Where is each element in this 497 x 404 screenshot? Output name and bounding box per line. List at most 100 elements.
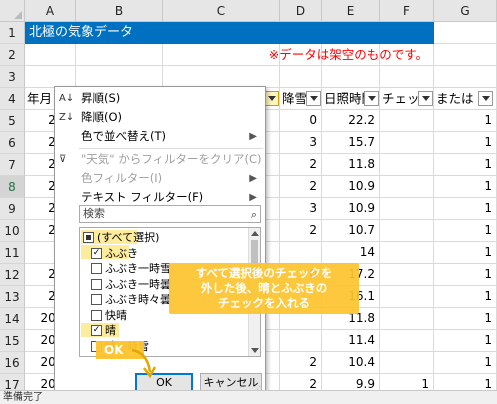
- row-header[interactable]: 10: [0, 220, 25, 242]
- or-filter-button[interactable]: [478, 91, 493, 106]
- filter-list-item[interactable]: ふぶき一時雪: [90, 261, 171, 277]
- checkbox[interactable]: [91, 263, 102, 274]
- cell-snowfall[interactable]: 3: [280, 132, 322, 154]
- row-header[interactable]: 3: [0, 66, 25, 88]
- filter-list-item[interactable]: 快晴: [90, 308, 127, 324]
- cell-snowfall[interactable]: [280, 242, 322, 264]
- column-header-g[interactable]: G: [434, 0, 497, 22]
- cell-snowfall[interactable]: 0: [280, 110, 322, 132]
- filter-list-item[interactable]: ✓ 晴: [90, 323, 116, 339]
- sunshine-filter-button[interactable]: [364, 91, 379, 106]
- column-header-d[interactable]: D: [280, 0, 322, 22]
- cell-check[interactable]: [380, 330, 434, 352]
- cell-or[interactable]: 1: [434, 176, 497, 198]
- row-header[interactable]: 8: [0, 176, 25, 198]
- disclaimer-note[interactable]: ※データは架空のものです。: [200, 44, 434, 66]
- cell-sunshine[interactable]: 22.2: [322, 110, 380, 132]
- cell-snowfall[interactable]: 2: [280, 154, 322, 176]
- row-header[interactable]: 12: [0, 264, 25, 286]
- clear-filter-item[interactable]: ⊽ "天気" からフィルターをクリア(C): [55, 150, 265, 169]
- snowfall-filter-button[interactable]: [306, 91, 321, 106]
- sheet-title-banner[interactable]: 北極の気象データ: [25, 22, 434, 44]
- cell-or[interactable]: 1: [434, 132, 497, 154]
- cell-or[interactable]: 1: [434, 242, 497, 264]
- cell-sunshine[interactable]: 11.4: [322, 330, 380, 352]
- cell-sunshine[interactable]: 14: [322, 242, 380, 264]
- cell-check[interactable]: [380, 264, 434, 286]
- row-header[interactable]: 4: [0, 88, 25, 110]
- sort-by-color-item[interactable]: 色で並べ替え(T) ▶: [55, 127, 265, 146]
- row-header[interactable]: 16: [0, 352, 25, 374]
- cell-or[interactable]: 1: [434, 330, 497, 352]
- checkbox[interactable]: [91, 294, 102, 305]
- table-cell[interactable]: [380, 66, 434, 88]
- filter-list-item[interactable]: ✓ ふぶき: [90, 246, 138, 262]
- cell-sunshine[interactable]: 9.9: [322, 374, 380, 390]
- table-cell[interactable]: [25, 66, 76, 88]
- cell-or[interactable]: 1: [434, 352, 497, 374]
- column-header-f[interactable]: F: [380, 0, 434, 22]
- checkbox[interactable]: [83, 232, 94, 243]
- column-header-a[interactable]: A: [25, 0, 76, 22]
- cell-snowfall[interactable]: 2: [280, 352, 322, 374]
- cell-snowfall[interactable]: 3: [280, 198, 322, 220]
- cell-sunshine[interactable]: 10.4: [322, 352, 380, 374]
- check-filter-button[interactable]: [418, 91, 433, 106]
- table-cell[interactable]: [25, 44, 76, 66]
- weather-filter-dropdown-button[interactable]: [264, 91, 279, 106]
- column-header-c[interactable]: C: [163, 0, 280, 22]
- cell-check[interactable]: [380, 110, 434, 132]
- row-header[interactable]: 14: [0, 308, 25, 330]
- cell-or[interactable]: 1: [434, 154, 497, 176]
- cell-check[interactable]: [380, 242, 434, 264]
- row-header[interactable]: 2: [0, 44, 25, 66]
- sort-descending-item[interactable]: Z↓ 降順(O): [55, 108, 265, 127]
- cell-check[interactable]: [380, 352, 434, 374]
- table-cell[interactable]: [76, 44, 163, 66]
- row-header[interactable]: 15: [0, 330, 25, 352]
- cell-or[interactable]: 1: [434, 264, 497, 286]
- cell-snowfall[interactable]: 2: [280, 176, 322, 198]
- filter-list-item[interactable]: ふぶき時々曇: [90, 292, 171, 308]
- select-all-corner[interactable]: [0, 0, 25, 22]
- table-cell[interactable]: [322, 66, 380, 88]
- cell-snowfall[interactable]: 2: [280, 220, 322, 242]
- cell-or[interactable]: 1: [434, 198, 497, 220]
- row-header[interactable]: 5: [0, 110, 25, 132]
- filter-search-input[interactable]: 検索 ⌕: [79, 205, 261, 223]
- row-header[interactable]: 13: [0, 286, 25, 308]
- table-cell[interactable]: [434, 44, 497, 66]
- cell-sunshine[interactable]: 11.8: [322, 154, 380, 176]
- cell-check[interactable]: [380, 286, 434, 308]
- scroll-up-icon[interactable]: [251, 231, 259, 236]
- cell-snowfall[interactable]: [280, 330, 322, 352]
- cell-check[interactable]: [380, 198, 434, 220]
- color-filter-item[interactable]: 色フィルター(I) ▶: [55, 169, 265, 188]
- row-header[interactable]: 1: [0, 22, 25, 44]
- cell-or[interactable]: 1: [434, 220, 497, 242]
- sort-ascending-item[interactable]: A↓ 昇順(S): [55, 89, 265, 108]
- row-header[interactable]: 6: [0, 132, 25, 154]
- table-cell[interactable]: [76, 66, 163, 88]
- cell-or[interactable]: 1: [434, 286, 497, 308]
- scroll-down-icon[interactable]: [251, 348, 259, 353]
- cell-check[interactable]: [380, 220, 434, 242]
- row-header[interactable]: 11: [0, 242, 25, 264]
- checkbox[interactable]: [91, 309, 102, 321]
- cell-check[interactable]: 1: [380, 374, 434, 390]
- checkbox[interactable]: ✓: [91, 325, 102, 336]
- cell-check[interactable]: [380, 308, 434, 330]
- row-header[interactable]: 9: [0, 198, 25, 220]
- cell-or[interactable]: 1: [434, 374, 497, 390]
- filter-list-item[interactable]: (すべて選択): [82, 230, 159, 246]
- cell-snowfall[interactable]: 2: [280, 374, 322, 390]
- cell-check[interactable]: [380, 154, 434, 176]
- cell-check[interactable]: [380, 176, 434, 198]
- cell-check[interactable]: [380, 132, 434, 154]
- cell-or[interactable]: 1: [434, 110, 497, 132]
- column-header-b[interactable]: B: [76, 0, 163, 22]
- cell-sunshine[interactable]: 10.9: [322, 198, 380, 220]
- table-cell[interactable]: [280, 66, 322, 88]
- checkbox[interactable]: [91, 278, 102, 290]
- table-cell[interactable]: [434, 66, 497, 88]
